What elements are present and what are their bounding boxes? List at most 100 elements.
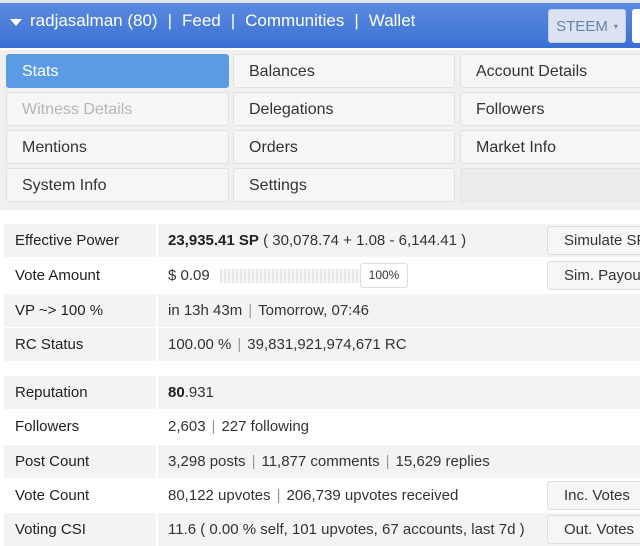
simulate-sp-button[interactable]: Simulate SP [547,226,640,255]
tab-empty-slot [460,168,640,202]
stat-label: RC Status [15,336,84,353]
pipe-separator: | [237,336,242,353]
column-divider [156,259,158,292]
stat-value: 80.931 [168,376,214,409]
feed-link[interactable]: Feed [182,11,221,31]
stat-label: Effective Power [15,232,119,249]
sp-breakdown: ( 30,078.74 + 1.08 - 6,144.41 ) [263,232,467,249]
pipe-separator: | [276,487,281,504]
stat-value: 2,603 | 227 following [168,410,309,443]
incoming-votes-button[interactable]: Inc. Votes [547,481,640,510]
stat-label: Vote Count [15,487,90,504]
column-divider [156,479,158,512]
column-divider [156,513,158,546]
stat-label: Followers [15,418,80,435]
vote-weight-label: 100% [360,263,408,288]
stat-label: Voting CSI [15,521,86,538]
chain-selector-dropdown[interactable]: STEEM ▾ [548,9,626,43]
nav-separator: | [354,11,359,30]
pipe-separator: | [211,418,216,435]
stat-row-followers: Followers 2,603 | 227 following [4,410,640,443]
sim-payout-button[interactable]: Sim. Payout [547,261,640,290]
reputation-int: 80 [168,384,185,401]
pipe-separator: | [251,453,256,470]
tab-label: Mentions [22,139,87,156]
column-divider [156,376,158,409]
upvotes-count: 80,122 upvotes [168,487,271,504]
tab-mentions[interactable]: Mentions [6,130,229,164]
stat-row-vote-count: Vote Count 80,122 upvotes | 206,739 upvote… [4,479,640,512]
tab-label: Followers [476,101,545,118]
tab-label: Delegations [249,101,334,118]
stat-value: in 13h 43m | Tomorrow, 07:46 [168,294,369,327]
column-divider [156,445,158,478]
replies-count: 15,629 replies [395,453,490,470]
stat-value: 23,935.41 SP ( 30,078.74 + 1.08 - 6,144.… [168,224,466,257]
chevron-down-icon: ▾ [613,21,618,31]
tab-orders[interactable]: Orders [233,130,455,164]
tab-label: Witness Details [22,101,133,118]
pipe-separator: | [385,453,390,470]
stat-row-vp: VP ~> 100 % in 13h 43m | Tomorrow, 07:46 [4,294,640,327]
wallet-link[interactable]: Wallet [369,11,416,31]
column-divider [156,294,158,327]
tab-label: System Info [22,177,107,194]
stat-value: 100.00 % | 39,831,921,974,671 RC [168,328,407,361]
stat-value: 3,298 posts | 11,877 comments | 15,629 repli… [168,445,490,478]
tab-market-info[interactable]: Market Info [460,130,640,164]
upvotes-received: 206,739 upvotes received [286,487,459,504]
pipe-separator: | [248,302,253,319]
tab-label: Orders [249,139,298,156]
stat-row-vote-amount: Vote Amount $ 0.09 100% Sim. Payout [4,259,640,292]
tab-stats[interactable]: Stats [6,54,229,88]
tab-witness-details: Witness Details [6,92,229,126]
tab-grid: Stats Balances Account Details Witness D… [0,50,640,210]
tab-system-info[interactable]: System Info [6,168,229,202]
chain-selector-label: STEEM [556,17,608,35]
rc-percent: 100.00 % [168,336,232,353]
stat-row-post-count: Post Count 3,298 posts | 11,877 comments | 1… [4,445,640,478]
stat-label: VP ~> 100 % [15,302,104,319]
vote-amount-value: $ 0.09 [168,267,210,284]
communities-link[interactable]: Communities [245,11,344,31]
nav-separator: | [230,11,236,30]
tab-label: Settings [249,177,307,194]
vp-when: Tomorrow, 07:46 [258,302,370,319]
tab-label: Stats [22,63,59,80]
search-box-edge[interactable] [632,9,640,43]
vp-in-time: in 13h 43m [168,302,243,319]
vote-weight-slider[interactable] [220,269,360,283]
tab-followers[interactable]: Followers [460,92,640,126]
tab-delegations[interactable]: Delegations [233,92,455,126]
column-divider [156,410,158,443]
reputation-dec: .931 [184,384,214,401]
outgoing-votes-button[interactable]: Out. Votes [547,515,640,544]
caret-down-icon[interactable] [10,18,22,26]
user-account-link[interactable]: radjasalman (80) [30,11,158,31]
comments-count: 11,877 comments [261,453,380,470]
posts-count: 3,298 posts [168,453,246,470]
stat-row-reputation: Reputation 80.931 [4,376,640,409]
stat-value: 80,122 upvotes | 206,739 upvotes received [168,479,458,512]
stat-row-effective-power: Effective Power 23,935.41 SP ( 30,078.74… [4,224,640,257]
top-nav-menu: radjasalman (80) | Feed | Communities | … [10,11,415,31]
effective-sp: 23,935.41 SP [168,232,259,249]
rc-amount: 39,831,921,974,671 RC [247,336,407,353]
following-count: 227 following [221,418,310,435]
stat-row-rc-status: RC Status 100.00 % | 39,831,921,974,671 RC [4,328,640,361]
followers-count: 2,603 [168,418,206,435]
tab-settings[interactable]: Settings [233,168,455,202]
tab-balances[interactable]: Balances [233,54,455,88]
tab-label: Market Info [476,139,557,156]
nav-separator: | [167,11,172,30]
stat-label: Post Count [15,453,90,470]
top-nav-bar: radjasalman (80) | Feed | Communities | … [0,0,640,48]
voting-csi-value: 11.6 ( 0.00 % self, 101 upvotes, 67 acco… [168,521,525,538]
stat-row-voting-csi: Voting CSI 11.6 ( 0.00 % self, 101 upvot… [4,513,640,546]
stat-label: Vote Amount [15,267,101,284]
column-divider [156,328,158,361]
stat-label: Reputation [15,384,88,401]
tab-account-details[interactable]: Account Details [460,54,640,88]
tab-label: Balances [249,63,315,80]
column-divider [156,224,158,257]
